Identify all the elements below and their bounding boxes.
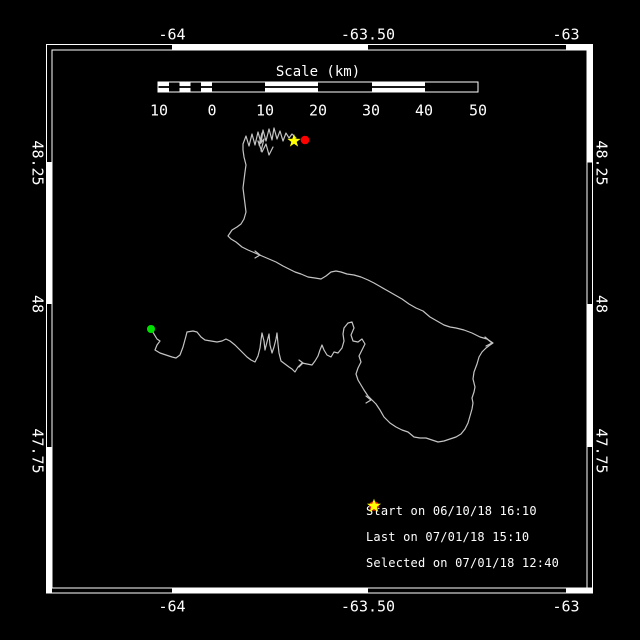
- last-marker[interactable]: [301, 136, 310, 145]
- map-window: -64 -63.50 -63 -64 -63.50 -63 48.25 48 4…: [0, 0, 640, 640]
- scale-tick-label: 0: [207, 104, 216, 119]
- scale-tick-label: 40: [415, 104, 433, 119]
- lat-tick-label-left: 48.25: [30, 140, 45, 185]
- scale-tick-label: 20: [309, 104, 327, 119]
- lat-tick-label-right: 47.75: [594, 428, 609, 473]
- lat-tick-label-left: 47.75: [30, 428, 45, 473]
- scale-tick-label: 50: [469, 104, 487, 119]
- legend-label-last: Last on 07/01/18 15:10: [366, 530, 529, 544]
- lon-tick-label-bottom: -63.50: [341, 600, 395, 615]
- lat-tick-label-right: 48.25: [594, 140, 609, 185]
- selected-marker[interactable]: [287, 134, 300, 147]
- scale-tick-label: 30: [362, 104, 380, 119]
- legend: Start on 06/10/18 16:10 Last on 07/01/18…: [366, 498, 559, 576]
- legend-row-start: Start on 06/10/18 16:10: [366, 498, 559, 524]
- legend-label-start: Start on 06/10/18 16:10: [366, 504, 537, 518]
- scale-bar: [158, 82, 478, 92]
- lon-tick-label-bottom: -63: [552, 600, 579, 615]
- scale-tick-label: 10: [150, 104, 168, 119]
- lon-tick-label-bottom: -64: [158, 600, 185, 615]
- lon-tick-label-top: -64: [158, 28, 185, 43]
- lon-tick-label-top: -63: [552, 28, 579, 43]
- lat-tick-label-left: 48: [30, 295, 45, 313]
- track-line[interactable]: [151, 128, 493, 442]
- track-path[interactable]: [151, 128, 493, 442]
- scale-bar-title: Scale (km): [276, 65, 360, 79]
- scale-tick-label: 10: [256, 104, 274, 119]
- lon-tick-label-top: -63.50: [341, 28, 395, 43]
- legend-row-selected: Selected on 07/01/18 12:40: [366, 550, 559, 576]
- selected-star-icon: [366, 498, 382, 514]
- start-marker[interactable]: [147, 325, 155, 333]
- lat-tick-label-right: 48: [594, 295, 609, 313]
- legend-row-last: Last on 07/01/18 15:10: [366, 524, 559, 550]
- legend-label-selected: Selected on 07/01/18 12:40: [366, 556, 559, 570]
